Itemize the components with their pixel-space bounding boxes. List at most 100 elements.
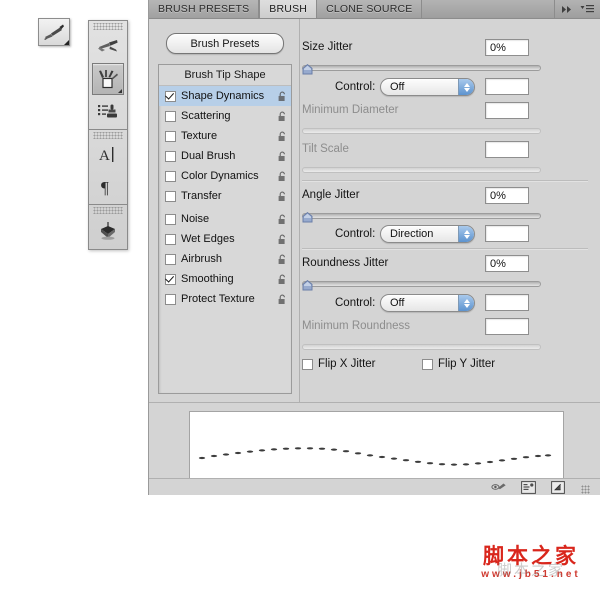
tool-brush-preset-picker[interactable] <box>92 63 124 95</box>
lock-open-icon[interactable] <box>277 234 288 245</box>
lock-open-icon[interactable] <box>277 171 288 182</box>
flip-y-jitter-row[interactable]: Flip Y Jitter <box>422 358 495 370</box>
tool-strip-grip[interactable] <box>93 23 123 30</box>
list-item-airbrush[interactable]: Airbrush <box>159 249 291 269</box>
tab-clone-source[interactable]: CLONE SOURCE <box>317 0 423 18</box>
list-item-label: Dual Brush <box>181 150 236 162</box>
size-jitter-control-value: Off <box>390 81 405 93</box>
checkbox-protect-texture[interactable] <box>165 293 176 305</box>
tool-group-corner-icon <box>118 89 122 93</box>
tool-clone-stamp[interactable] <box>93 97 123 127</box>
lock-open-icon[interactable] <box>277 111 288 122</box>
slider-thumb[interactable] <box>302 62 313 75</box>
roundness-jitter-value[interactable]: 0% <box>485 255 529 272</box>
brush-presets-button-label: Brush Presets <box>190 37 260 50</box>
tool-group-3d <box>89 204 127 245</box>
angle-jitter-control-dropdown[interactable]: Direction <box>380 225 475 243</box>
list-item-color-dynamics[interactable]: Color Dynamics <box>159 166 291 186</box>
list-item-noise[interactable]: Noise <box>159 209 291 229</box>
size-jitter-control-dropdown[interactable]: Off <box>380 78 475 96</box>
tool-type[interactable]: A <box>93 140 123 170</box>
slider-track <box>302 213 541 219</box>
size-jitter-control-field[interactable] <box>485 78 529 95</box>
panel-body: Brush Presets Brush Tip Shape Shape Dyna… <box>149 19 600 495</box>
size-jitter-slider[interactable] <box>302 62 541 75</box>
flip-x-jitter-row[interactable]: Flip X Jitter <box>302 358 376 370</box>
watermark-ghost: 脚本之家 <box>496 561 565 579</box>
lock-open-icon[interactable] <box>277 131 288 142</box>
slider-thumb[interactable] <box>302 210 313 223</box>
tab-brush[interactable]: BRUSH <box>259 0 318 18</box>
tool-3d-object[interactable] <box>93 215 123 245</box>
checkbox-flip-x-jitter[interactable] <box>302 358 313 370</box>
brush-jar-icon <box>99 70 118 89</box>
checkbox-texture[interactable] <box>165 130 176 142</box>
tilt-scale-value[interactable] <box>485 141 529 158</box>
list-item-wet-edges[interactable]: Wet Edges <box>159 229 291 249</box>
checkbox-dual-brush[interactable] <box>165 150 176 162</box>
checkbox-shape-dynamics[interactable] <box>165 90 176 102</box>
lock-open-icon[interactable] <box>277 191 288 202</box>
panel-menu-icon[interactable] <box>580 4 594 14</box>
checkbox-airbrush[interactable] <box>165 253 176 265</box>
list-item-dual-brush[interactable]: Dual Brush <box>159 146 291 166</box>
checkbox-wet-edges[interactable] <box>165 233 176 245</box>
list-item-label: Transfer <box>181 190 222 202</box>
tool-paragraph[interactable]: ¶ <box>93 172 123 202</box>
angle-jitter-control-field[interactable] <box>485 225 529 242</box>
list-item-label: Color Dynamics <box>181 170 259 182</box>
tool-strip: A ¶ <box>88 20 128 250</box>
lock-open-icon[interactable] <box>277 254 288 265</box>
checkbox-color-dynamics[interactable] <box>165 170 176 182</box>
list-item-label: Shape Dynamics <box>181 90 265 102</box>
mixer-brush-icon <box>98 40 118 52</box>
brush-options-list: Brush Tip Shape Shape Dynamics Scatterin… <box>158 64 292 394</box>
three-d-object-icon <box>101 222 115 240</box>
roundness-jitter-control-field[interactable] <box>485 294 529 311</box>
list-item-scattering[interactable]: Scattering <box>159 106 291 126</box>
roundness-jitter-slider[interactable] <box>302 278 541 291</box>
roundness-jitter-control-dropdown[interactable]: Off <box>380 294 475 312</box>
minimum-diameter-value[interactable] <box>485 102 529 119</box>
tab-brush-presets-label: BRUSH PRESETS <box>158 3 250 15</box>
list-item-smoothing[interactable]: Smoothing <box>159 269 291 289</box>
brush-tip-shape-header[interactable]: Brush Tip Shape <box>159 65 291 86</box>
tilt-scale-slider <box>302 164 541 174</box>
list-item-label: Airbrush <box>181 253 222 265</box>
checkbox-transfer[interactable] <box>165 190 176 202</box>
tool-mixer-brush[interactable] <box>93 31 123 61</box>
slider-thumb[interactable] <box>302 278 313 291</box>
list-item-texture[interactable]: Texture <box>159 126 291 146</box>
brush-options-column: Brush Presets Brush Tip Shape Shape Dyna… <box>157 19 293 402</box>
lock-open-icon[interactable] <box>277 214 288 225</box>
toggle-airbrush-icon[interactable] <box>491 480 507 494</box>
checkbox-flip-y-jitter[interactable] <box>422 358 433 370</box>
checkbox-smoothing[interactable] <box>165 273 176 285</box>
list-item-protect-texture[interactable]: Protect Texture <box>159 289 291 309</box>
brush-presets-button[interactable]: Brush Presets <box>166 33 284 54</box>
angle-jitter-slider[interactable] <box>302 210 541 223</box>
flip-x-jitter-label: Flip X Jitter <box>318 358 376 370</box>
minimum-roundness-value[interactable] <box>485 318 529 335</box>
create-new-preset-icon[interactable] <box>521 480 537 494</box>
list-item-transfer[interactable]: Transfer <box>159 186 291 206</box>
lock-open-icon[interactable] <box>277 274 288 285</box>
double-chevron-right-icon[interactable] <box>561 5 574 14</box>
tool-strip-grip-2[interactable] <box>93 132 123 139</box>
brush-panel: BRUSH PRESETS BRUSH CLONE SOURCE Brush P… <box>148 0 600 495</box>
angle-jitter-control-value: Direction <box>390 228 434 240</box>
resize-grip[interactable] <box>581 485 590 494</box>
lock-open-icon[interactable] <box>277 91 288 102</box>
tab-brush-presets[interactable]: BRUSH PRESETS <box>149 0 260 18</box>
lock-open-icon[interactable] <box>277 294 288 305</box>
new-brush-icon[interactable] <box>551 480 567 494</box>
lock-open-icon[interactable] <box>277 151 288 162</box>
current-brush-tool-swatch[interactable] <box>38 18 70 46</box>
size-jitter-value[interactable]: 0% <box>485 39 529 56</box>
checkbox-scattering[interactable] <box>165 110 176 122</box>
tool-strip-grip-3[interactable] <box>93 207 123 214</box>
brush-tool-icon <box>44 24 64 40</box>
checkbox-noise[interactable] <box>165 213 176 225</box>
angle-jitter-value[interactable]: 0% <box>485 187 529 204</box>
list-item-shape-dynamics[interactable]: Shape Dynamics <box>159 86 291 106</box>
